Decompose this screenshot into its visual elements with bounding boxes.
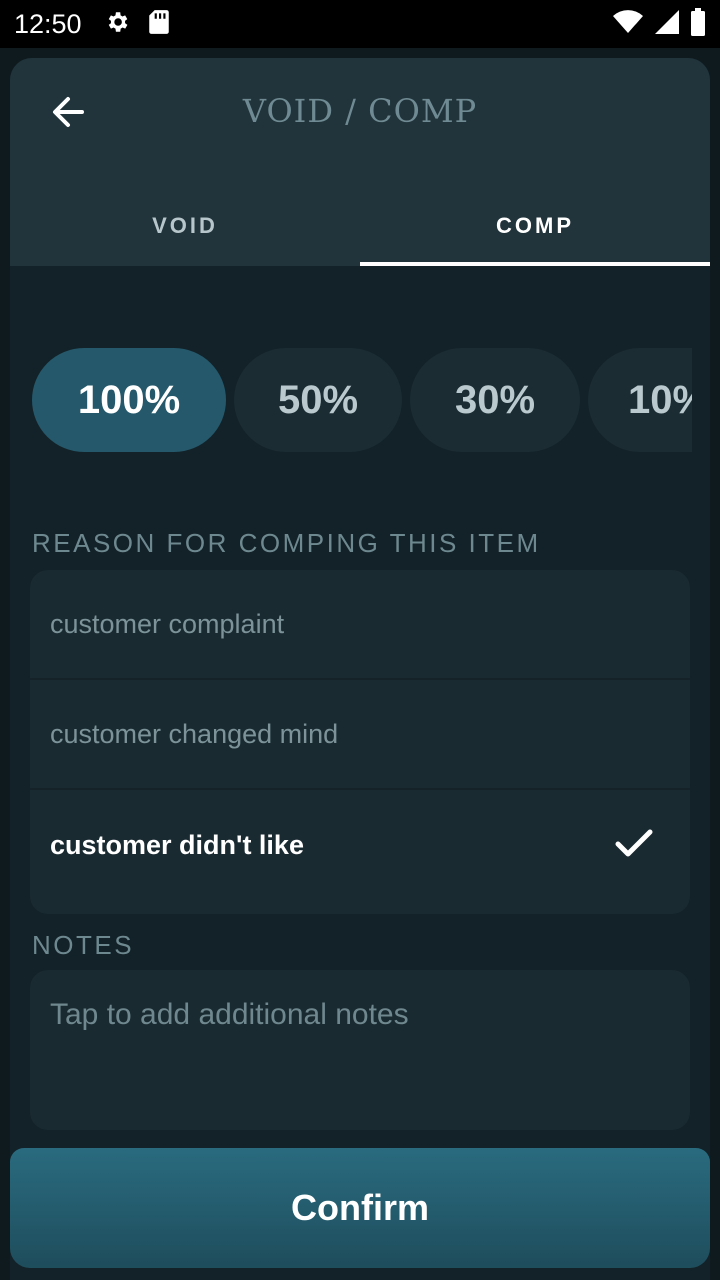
reason-list: customer complaint customer changed mind… (30, 570, 690, 914)
notes-input[interactable]: Tap to add additional notes (30, 970, 690, 1130)
signal-icon (654, 9, 680, 39)
reason-section-label: REASON FOR COMPING THIS ITEM (32, 528, 541, 558)
wifi-icon (612, 9, 644, 39)
confirm-button-label: Confirm (291, 1187, 429, 1228)
reason-item-changed-mind[interactable]: customer changed mind (30, 680, 690, 790)
reason-item-complaint[interactable]: customer complaint (30, 570, 690, 680)
status-time: 12:50 (14, 8, 82, 39)
tab-void[interactable]: VOID (10, 186, 360, 266)
notes-section-label: NOTES (32, 930, 135, 960)
tab-comp[interactable]: COMP (360, 186, 710, 266)
void-comp-sheet: VOID / COMP VOID COMP 100% 50% 30% 10% R… (10, 58, 710, 1280)
notes-placeholder: Tap to add additional notes (50, 998, 409, 1031)
page-title: VOID / COMP (242, 92, 478, 130)
percent-option-100[interactable]: 100% (32, 348, 226, 452)
header: VOID / COMP VOID COMP (10, 58, 710, 266)
reason-item-label: customer complaint (50, 608, 285, 639)
battery-icon (690, 8, 706, 40)
checkmark-icon (614, 827, 654, 863)
percentage-selector: 100% 50% 30% 10% (32, 348, 692, 452)
confirm-button[interactable]: Confirm (10, 1148, 710, 1268)
tab-bar: VOID COMP (10, 186, 710, 266)
gear-icon (104, 9, 130, 39)
sd-card-icon (148, 9, 170, 39)
status-bar: 12:50 (0, 0, 720, 48)
reason-item-label: customer didn't like (50, 829, 304, 860)
reason-item-didnt-like[interactable]: customer didn't like (30, 790, 690, 900)
reason-item-label: customer changed mind (50, 718, 339, 749)
percent-option-30[interactable]: 30% (410, 348, 580, 452)
percent-option-10[interactable]: 10% (588, 348, 692, 452)
percent-option-50[interactable]: 50% (234, 348, 402, 452)
